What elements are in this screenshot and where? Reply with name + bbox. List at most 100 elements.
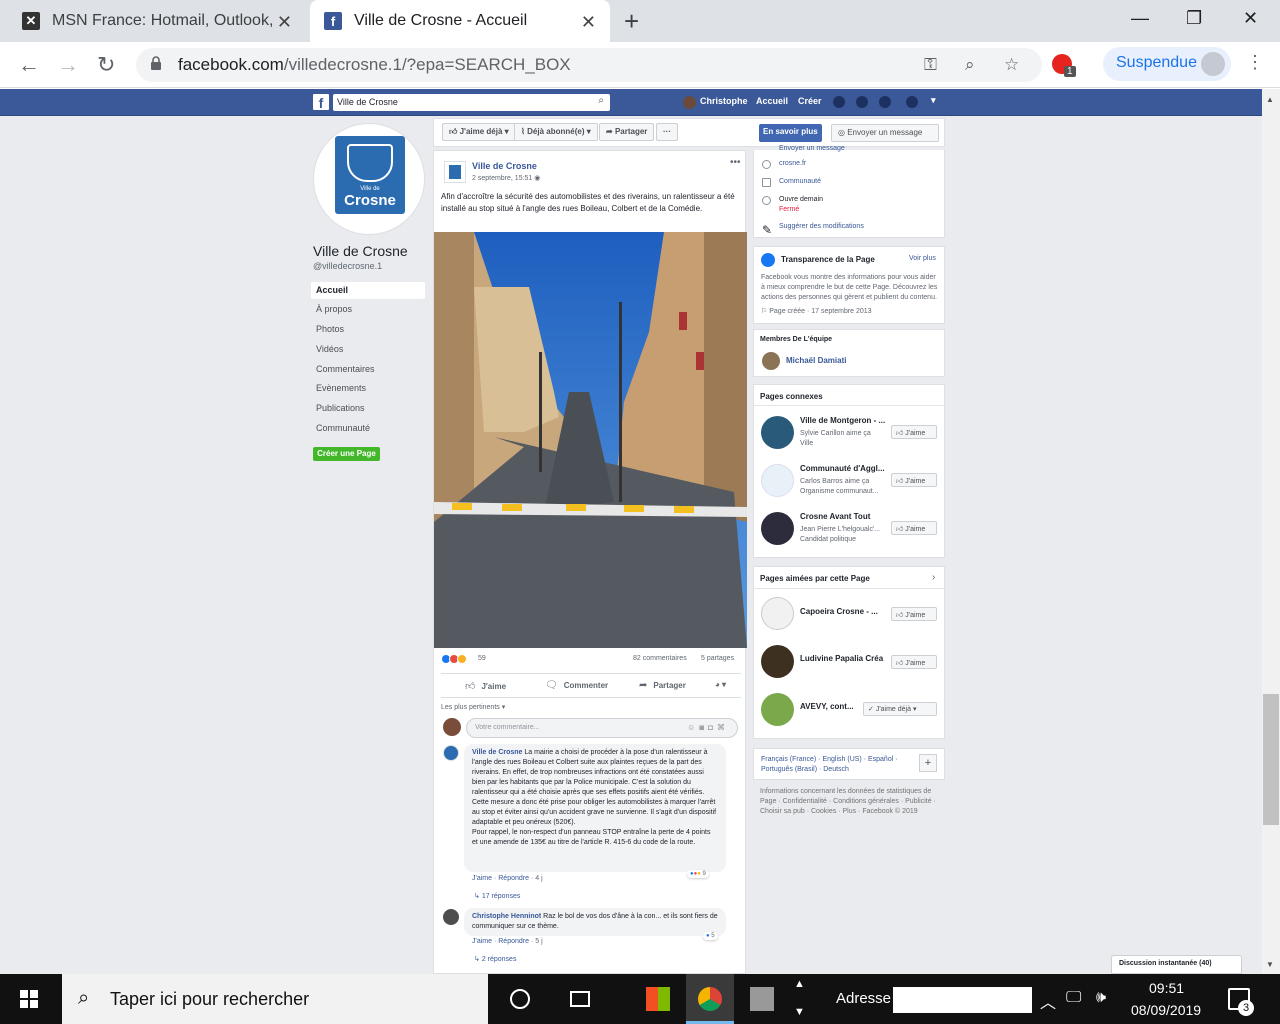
bookmark-star-icon[interactable]: ☆ (1004, 55, 1019, 75)
related-page-name[interactable]: Ville de Montgeron - ... (800, 416, 890, 425)
clock-time[interactable]: 09:51 (1149, 980, 1184, 996)
comment-author-link[interactable]: Christophe Henninot (472, 913, 541, 920)
home-link[interactable]: Accueil (756, 96, 788, 106)
send-message-button[interactable]: ◎ Envoyer un message (831, 124, 939, 142)
more-options-button[interactable]: ··· (656, 123, 678, 141)
footer-links[interactable]: Informations concernant les données de s… (760, 787, 940, 817)
create-link[interactable]: Créer (798, 96, 822, 106)
comment-avatar[interactable] (443, 909, 459, 925)
clock-date[interactable]: 08/09/2019 (1131, 1002, 1201, 1018)
facebook-logo-icon[interactable]: f (313, 94, 329, 111)
nav-videos[interactable]: Vidéos (311, 341, 425, 358)
liked-page-thumb[interactable] (761, 645, 794, 678)
comment-reaction-count[interactable]: ●●● 9 (687, 870, 709, 878)
website-link[interactable]: crosne.fr (779, 160, 806, 167)
share-page-button[interactable]: ➦ Partager (599, 123, 655, 141)
address-toolbar-input[interactable] (893, 987, 1032, 1013)
liked-page-name[interactable]: Ludivine Papalia Créa (800, 654, 890, 663)
member-avatar[interactable] (762, 352, 780, 370)
learn-more-button[interactable]: En savoir plus (759, 124, 822, 142)
messenger-icon[interactable] (856, 96, 868, 108)
new-tab-plus-icon[interactable]: + (624, 6, 639, 37)
comment-reaction-count[interactable]: ● 5 (703, 932, 718, 940)
scroll-down-icon[interactable]: ▼ (1266, 960, 1274, 969)
close-tab-icon[interactable]: ✕ (581, 12, 596, 33)
related-page-thumb[interactable] (761, 416, 794, 449)
tab-ville-de-crosne[interactable]: f Ville de Crosne - Accueil ✕ (310, 0, 610, 42)
account-chevron-down-icon[interactable]: ▾ (931, 95, 936, 106)
comments-count-link[interactable]: 82 commentaires (633, 655, 687, 662)
related-page-thumb[interactable] (761, 464, 794, 497)
nav-commentaires[interactable]: Commentaires (311, 361, 425, 378)
chevron-right-icon[interactable]: › (932, 572, 935, 583)
page-title[interactable]: Ville de Crosne (313, 243, 408, 259)
taskbar-scroll-up-icon[interactable]: ▲ (794, 978, 805, 990)
user-avatar[interactable] (683, 96, 696, 109)
comment-avatar[interactable] (443, 745, 459, 761)
reactions-count[interactable]: 59 (478, 655, 486, 662)
profile-button[interactable]: Suspendue (1103, 47, 1231, 81)
network-icon[interactable]: 🖵︎ (1066, 989, 1081, 1007)
help-icon[interactable] (906, 96, 918, 108)
windows-start-icon[interactable] (20, 990, 38, 1008)
back-arrow-icon[interactable]: ← (18, 52, 40, 78)
shares-count-link[interactable]: 5 partages (701, 655, 734, 662)
like-post-button[interactable]: 👍︎ J'aime (465, 680, 506, 692)
related-like-button[interactable]: 👍︎ J'aime (891, 473, 937, 487)
notifications-bell-icon[interactable] (879, 96, 891, 108)
comment-reply-link[interactable]: Répondre (498, 938, 529, 945)
chrome-taskbar-icon[interactable] (686, 974, 734, 1024)
window-close-icon[interactable]: ✕ (1243, 8, 1258, 29)
maximize-icon[interactable]: ❐ (1186, 8, 1202, 29)
liked-like-button[interactable]: 👍︎ J'aime (891, 607, 937, 621)
language-links[interactable]: Français (France) · English (US) · Españ… (761, 755, 911, 775)
liked-like-button[interactable]: 👍︎ J'aime (891, 655, 937, 669)
suggest-edits-link[interactable]: Suggérer des modifications (779, 223, 864, 230)
nav-publications[interactable]: Publications (311, 400, 425, 417)
comment-reply-link[interactable]: Répondre (498, 875, 529, 882)
nav-a-propos[interactable]: À propos (311, 301, 425, 318)
hours-text[interactable]: Ouvre demain (779, 195, 823, 205)
task-view-icon[interactable] (556, 974, 604, 1024)
show-hidden-icons-chevron-icon[interactable]: ︿ (1040, 989, 1056, 1013)
related-like-button[interactable]: 👍︎ J'aime (891, 521, 937, 535)
comment-sort-dropdown[interactable]: Les plus pertinents ▾ (441, 703, 505, 711)
related-page-name[interactable]: Communauté d'Aggl... (800, 464, 890, 473)
comment-input-icons[interactable]: ☺◙◘⌘ (687, 723, 729, 732)
liked-page-thumb[interactable] (761, 597, 794, 630)
taskbar-scroll-down-icon[interactable]: ▼ (794, 1006, 805, 1018)
zoom-icon[interactable]: ⌕ (965, 55, 975, 75)
liked-page-name[interactable]: Capoeira Crosne - ... (800, 607, 890, 616)
scroll-up-icon[interactable]: ▲ (1266, 95, 1274, 104)
comment-author-link[interactable]: Ville de Crosne (472, 749, 522, 756)
liked-page-thumb[interactable] (761, 693, 794, 726)
send-message-link[interactable]: Envoyer un message (779, 144, 845, 154)
view-replies-link[interactable]: ↳ 2 réponses (474, 955, 516, 963)
related-page-thumb[interactable] (761, 512, 794, 545)
follow-button[interactable]: ⌇ Déjà abonné(e) ▾ (514, 123, 598, 141)
minimize-icon[interactable]: — (1131, 8, 1149, 29)
key-icon[interactable]: ⚿ (924, 55, 937, 75)
see-more-link[interactable]: Voir plus (909, 255, 936, 262)
cortana-icon[interactable] (496, 974, 544, 1024)
comment-like-link[interactable]: J'aime (472, 875, 492, 882)
app-icon[interactable] (738, 974, 786, 1024)
related-like-button[interactable]: 👍︎ J'aime (891, 425, 937, 439)
page-profile-picture[interactable]: Ville de Crosne (313, 123, 425, 235)
friends-icon[interactable] (833, 96, 845, 108)
create-page-button[interactable]: Créer une Page (313, 447, 380, 461)
liked-page-name[interactable]: AVEVY, cont... (800, 702, 860, 711)
user-name-link[interactable]: Christophe (700, 96, 748, 106)
nav-accueil[interactable]: Accueil (311, 282, 425, 299)
nav-photos[interactable]: Photos (311, 321, 425, 338)
scrollbar-thumb[interactable] (1263, 694, 1279, 825)
post-author-link[interactable]: Ville de Crosne (472, 161, 537, 171)
view-replies-link[interactable]: ↳ 17 réponses (474, 892, 520, 900)
reaction-icons[interactable] (441, 654, 467, 666)
post-author-avatar[interactable] (444, 161, 466, 183)
page-scrollbar[interactable] (1262, 89, 1280, 974)
post-timestamp[interactable]: 2 septembre, 15:51 ◉ (472, 174, 540, 182)
store-icon[interactable] (634, 974, 682, 1024)
tab-msn[interactable]: ✕ MSN France: Hotmail, Outlook, actu ✕ (8, 0, 306, 42)
post-options-icon[interactable]: ••• (730, 157, 741, 168)
